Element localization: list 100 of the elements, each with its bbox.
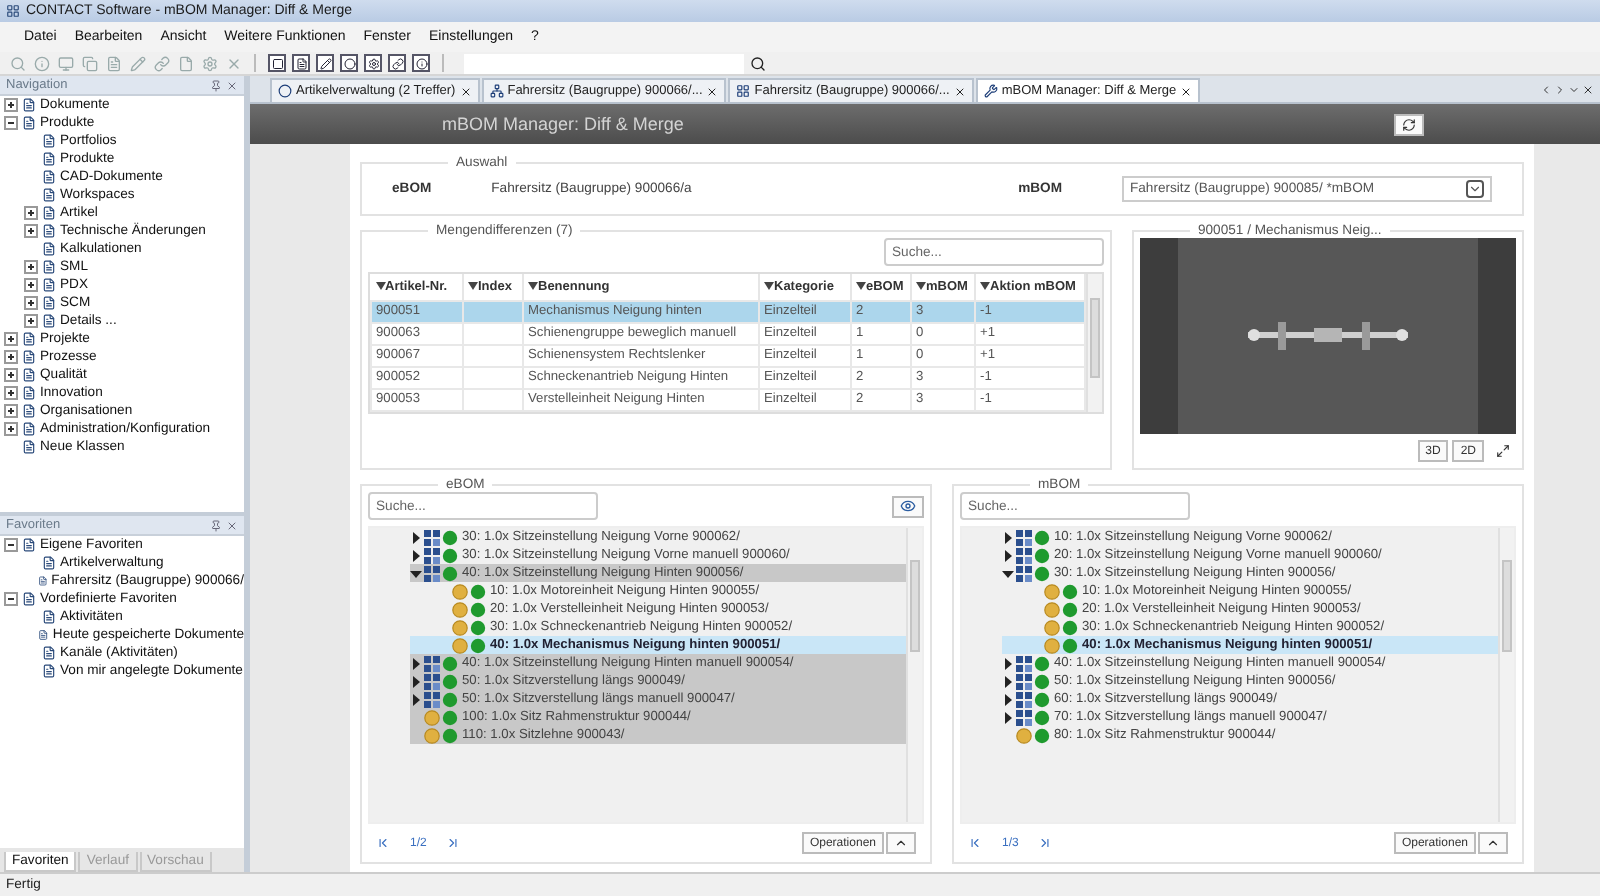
expand-icon[interactable] <box>24 260 38 274</box>
ring-icon[interactable] <box>340 54 358 72</box>
chevron-down-icon <box>1468 182 1482 196</box>
eye-icon <box>900 498 916 514</box>
view-button[interactable] <box>892 495 924 517</box>
scrollbar[interactable] <box>1498 528 1514 822</box>
expand-icon[interactable] <box>24 206 38 220</box>
document-icon <box>22 404 36 418</box>
expand-icon[interactable] <box>4 332 18 346</box>
expand-icon[interactable] <box>4 404 18 418</box>
close-icon[interactable] <box>1582 83 1594 95</box>
close-icon[interactable] <box>706 85 719 97</box>
search-icon[interactable] <box>750 55 766 71</box>
pin-icon[interactable] <box>210 79 222 91</box>
document-icon <box>38 628 49 642</box>
grid-icon <box>736 84 751 98</box>
caret-down-icon[interactable] <box>1002 567 1014 579</box>
sort-icon <box>856 281 866 290</box>
caret-right-icon[interactable] <box>410 531 422 543</box>
close-icon[interactable] <box>1180 85 1193 97</box>
document-icon <box>22 538 36 552</box>
settings-icon[interactable] <box>364 54 382 72</box>
refresh-icon <box>1402 117 1416 131</box>
caret-right-icon[interactable] <box>1002 549 1014 561</box>
caret-right-icon[interactable] <box>1002 693 1014 705</box>
document-icon <box>22 592 36 606</box>
document-icon <box>42 206 56 220</box>
document-icon[interactable] <box>292 54 310 72</box>
chevron-up-icon <box>894 836 908 850</box>
document-icon <box>42 170 56 184</box>
sort-icon <box>468 281 478 290</box>
document-icon <box>22 440 36 454</box>
expand-icon[interactable] <box>4 368 18 382</box>
first-page-icon[interactable] <box>968 836 982 850</box>
chevron-up-icon <box>1486 836 1500 850</box>
pencil-icon[interactable] <box>316 54 334 72</box>
search-field[interactable] <box>464 53 744 73</box>
document-icon <box>42 242 56 256</box>
close-icon[interactable] <box>459 85 472 97</box>
link-icon[interactable] <box>388 54 406 72</box>
scrollbar[interactable] <box>1086 274 1102 411</box>
expand-icon[interactable] <box>24 314 38 328</box>
scroll-up-button[interactable] <box>886 832 916 854</box>
sort-icon <box>528 281 538 290</box>
sort-icon <box>980 281 990 290</box>
scroll-right-icon[interactable] <box>1554 83 1566 95</box>
document-icon <box>42 610 56 624</box>
last-page-icon[interactable] <box>1038 836 1053 850</box>
caret-right-icon[interactable] <box>1002 531 1014 543</box>
first-page-icon[interactable] <box>376 836 390 850</box>
caret-right-icon[interactable] <box>1002 675 1014 687</box>
document-icon <box>42 314 56 328</box>
wrench-icon <box>983 84 998 98</box>
scroll-left-icon[interactable] <box>1540 83 1552 95</box>
cog-icon <box>1016 727 1032 743</box>
document-icon <box>37 574 48 588</box>
collapse-icon[interactable] <box>4 592 18 606</box>
document-icon <box>42 224 56 238</box>
app-icon <box>6 4 20 18</box>
caret-right-icon[interactable] <box>1002 711 1014 723</box>
document-icon <box>22 386 36 400</box>
document-icon <box>42 556 56 570</box>
document-icon <box>42 664 56 678</box>
document-icon <box>22 332 36 346</box>
document-icon <box>42 134 56 148</box>
document-icon <box>22 116 36 130</box>
expand-icon[interactable] <box>4 386 18 400</box>
sort-icon <box>764 281 774 290</box>
expand-icon <box>1495 444 1509 458</box>
sort-icon <box>375 281 385 290</box>
collapse-icon[interactable] <box>4 538 18 552</box>
last-page-icon[interactable] <box>446 836 461 850</box>
caret-down-icon[interactable] <box>410 567 422 579</box>
document-icon <box>22 350 36 364</box>
scrollbar[interactable] <box>906 528 922 822</box>
expand-icon[interactable] <box>4 422 18 436</box>
document-icon <box>22 98 36 112</box>
document-icon <box>42 296 56 310</box>
document-icon <box>22 368 36 382</box>
scroll-up-button[interactable] <box>1478 832 1508 854</box>
expand-icon[interactable] <box>24 278 38 292</box>
document-icon <box>42 188 56 202</box>
document-icon <box>42 260 56 274</box>
square-icon[interactable] <box>268 54 286 72</box>
refresh-button[interactable] <box>1394 113 1424 135</box>
page-title: mBOM Manager: Diff & Merge <box>442 114 684 134</box>
info-icon[interactable] <box>412 54 430 72</box>
expand-icon[interactable] <box>4 98 18 112</box>
expand-icon[interactable] <box>24 224 38 238</box>
collapse-icon[interactable] <box>4 116 18 130</box>
expand-icon[interactable] <box>24 296 38 310</box>
expand-icon[interactable] <box>4 350 18 364</box>
sort-icon <box>916 281 926 290</box>
hierarchy-icon <box>489 84 504 98</box>
document-icon <box>22 422 36 436</box>
document-icon <box>42 646 56 660</box>
close-icon[interactable] <box>953 85 966 97</box>
ring-icon <box>278 84 292 98</box>
document-icon <box>42 278 56 292</box>
pin-icon[interactable] <box>210 519 222 531</box>
